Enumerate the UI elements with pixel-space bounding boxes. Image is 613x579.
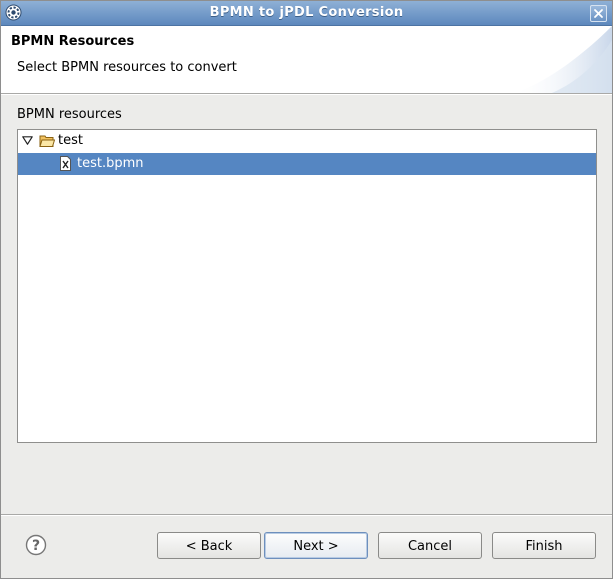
header-separator — [1, 93, 612, 95]
banner-graphic — [512, 26, 612, 93]
cancel-button[interactable]: Cancel — [378, 532, 482, 559]
page-description: Select BPMN resources to convert — [17, 60, 237, 75]
help-icon[interactable]: ? — [25, 534, 47, 556]
page-title: BPMN Resources — [11, 34, 135, 49]
svg-text:?: ? — [32, 538, 40, 554]
xml-file-icon — [60, 156, 71, 171]
title-bar[interactable]: BPMN to jPDL Conversion — [1, 1, 612, 26]
next-button[interactable]: Next > — [264, 532, 368, 559]
tree-item-label: test — [58, 133, 83, 148]
dialog-window: BPMN to jPDL Conversion BPMN Resources S… — [0, 0, 613, 579]
footer-separator — [1, 514, 612, 516]
close-icon — [594, 9, 603, 18]
resources-label: BPMN resources — [17, 107, 122, 122]
expand-triangle-icon[interactable] — [22, 136, 33, 145]
tree-item-folder[interactable]: test — [18, 130, 596, 152]
finish-button[interactable]: Finish — [492, 532, 596, 559]
wizard-header: BPMN Resources Select BPMN resources to … — [1, 26, 612, 93]
resources-tree[interactable]: test test.bpmn — [17, 129, 597, 443]
back-button[interactable]: < Back — [157, 532, 261, 559]
tree-item-label: test.bpmn — [77, 156, 144, 171]
window-title: BPMN to jPDL Conversion — [209, 5, 404, 20]
folder-open-icon — [39, 135, 55, 147]
tree-item-file[interactable]: test.bpmn — [18, 153, 596, 175]
close-button[interactable] — [590, 5, 607, 22]
